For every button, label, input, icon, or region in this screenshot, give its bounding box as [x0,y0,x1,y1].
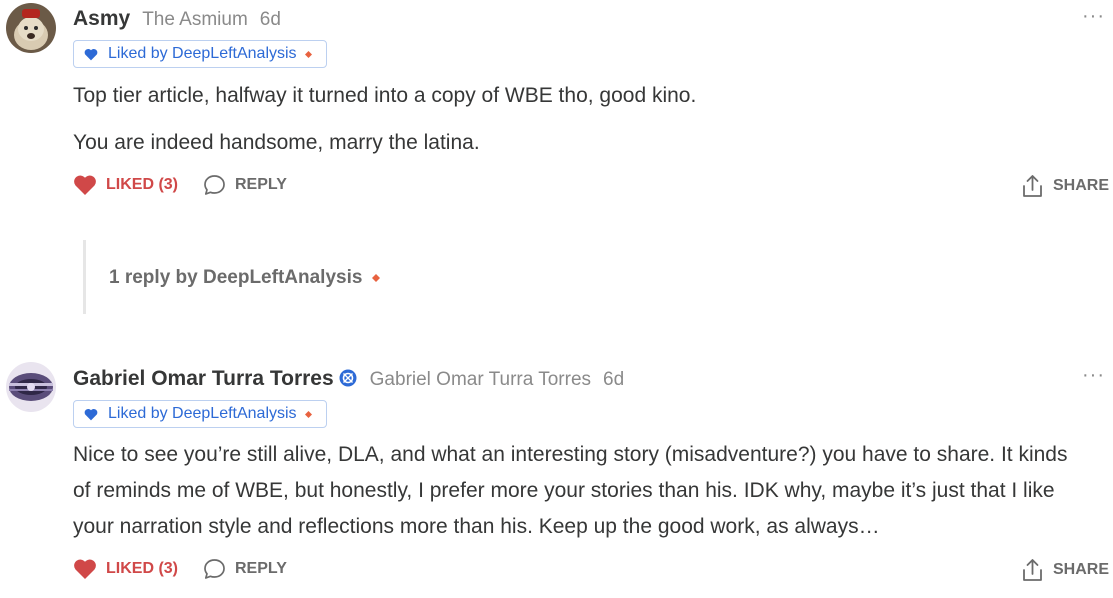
like-label: LIKED (3) [106,560,178,577]
avatar[interactable] [6,3,56,53]
comment-actions: LIKED (3) REPLY SHARE [73,174,1109,202]
share-icon [1023,175,1042,197]
comment-actions: LIKED (3) REPLY SHARE [73,558,1109,586]
share-label: SHARE [1052,177,1109,194]
heart-icon [84,48,98,60]
verified-badge-icon [339,369,357,387]
comment-body: Nice to see you’re still alive, DLA, and… [73,437,1089,545]
replies-summary: 1 reply by DeepLeftAnalysis [109,267,363,288]
comment-bubble-icon [204,175,225,195]
comment-paragraph: You are indeed handsome, marry the latin… [73,131,480,154]
diamond-icon [372,274,381,282]
like-label: LIKED (3) [106,176,178,193]
share-button[interactable]: SHARE [1022,174,1109,198]
comment-paragraph: Top tier article, halfway it turned into… [73,84,697,107]
share-label: SHARE [1052,561,1109,578]
author-name[interactable]: Asmy [73,7,130,31]
liked-by-text: Liked by DeepLeftAnalysis [108,405,297,422]
liked-by-badge: Liked by DeepLeftAnalysis [73,400,327,428]
diamond-icon [304,410,312,418]
heart-icon [74,175,96,195]
timestamp[interactable]: 6d [260,9,281,31]
more-options-icon[interactable]: ··· [1082,364,1105,387]
liked-by-text: Liked by DeepLeftAnalysis [108,45,297,62]
comment-bubble-icon [204,559,225,579]
share-button[interactable]: SHARE [1022,558,1109,582]
heart-icon [74,559,96,579]
comment-paragraph: Nice to see you’re still alive, DLA, and… [73,443,1068,538]
like-button[interactable]: LIKED (3) [73,558,178,580]
reply-button[interactable]: REPLY [203,174,287,196]
publication-name[interactable]: Gabriel Omar Turra Torres [370,369,591,391]
publication-name[interactable]: The Asmium [142,9,248,31]
heart-icon [84,408,98,420]
reply-label: REPLY [235,176,287,193]
comment-body: Top tier article, halfway it turned into… [73,78,1093,161]
avatar[interactable] [6,362,56,412]
replies-link[interactable]: 1 reply by DeepLeftAnalysis [109,267,381,289]
author-name[interactable]: Gabriel Omar Turra Torres [73,367,334,391]
share-icon [1023,559,1042,581]
more-options-icon[interactable]: ··· [1082,5,1105,28]
thread-line [83,240,86,314]
like-button[interactable]: LIKED (3) [73,174,178,196]
reply-button[interactable]: REPLY [203,558,287,580]
reply-label: REPLY [235,560,287,577]
timestamp[interactable]: 6d [603,369,624,391]
liked-by-badge: Liked by DeepLeftAnalysis [73,40,327,68]
diamond-icon [304,50,312,58]
